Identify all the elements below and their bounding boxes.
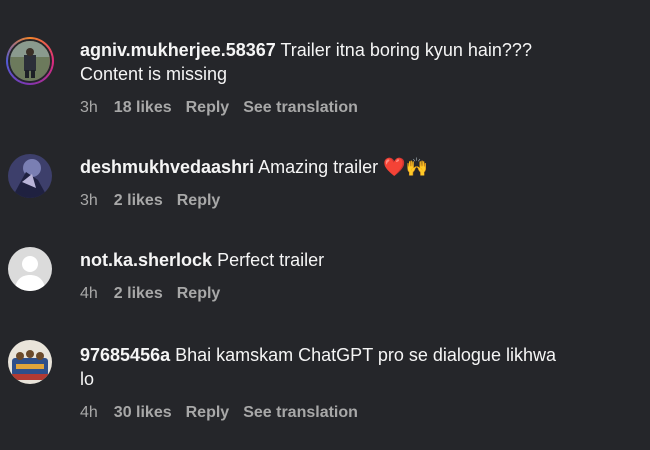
avatar[interactable] [6,37,54,85]
comment-text: deshmukhvedaashri Amazing trailer ❤️🙌 [80,155,640,180]
comments-list: agniv.mukherjee.58367 Trailer itna borin… [0,0,650,450]
username-link[interactable]: agniv.mukherjee.58367 [80,40,276,60]
reply-button[interactable]: Reply [177,285,221,302]
likes-count[interactable]: 18 likes [114,99,172,116]
comment-meta: 4h 30 likes Reply See translation [80,403,372,423]
comment-body-line2: Content is missing [80,64,228,84]
username-link[interactable]: deshmukhvedaashri [80,157,254,177]
avatar[interactable] [8,154,52,198]
username-link[interactable]: 97685456a [80,345,170,365]
comment-body-line2: lo [80,369,95,389]
user-photo-icon [10,41,50,81]
timestamp: 4h [80,404,98,421]
username-link[interactable]: not.ka.sherlock [80,250,212,270]
likes-count[interactable]: 30 likes [114,404,172,421]
user-photo-icon [8,340,52,384]
comment-body: Bhai kamskam ChatGPT pro se dialogue lik… [175,345,556,365]
comment-text: not.ka.sherlock Perfect trailer [80,248,640,272]
comment-body: Trailer itna boring kyun hain??? [280,40,532,60]
user-photo-icon [8,154,52,198]
reply-button[interactable]: Reply [186,99,230,116]
timestamp: 3h [80,192,98,209]
reply-button[interactable]: Reply [177,192,221,209]
avatar[interactable] [8,340,52,384]
timestamp: 3h [80,99,98,116]
comment-meta: 3h 2 likes Reply [80,191,234,211]
comment-body: Perfect trailer [217,250,325,270]
likes-count[interactable]: 2 likes [114,192,163,209]
emoji-heart-hands-icon: ❤️🙌 [383,157,428,178]
see-translation-button[interactable]: See translation [243,99,358,116]
comment-text: 97685456a Bhai kamskam ChatGPT pro se di… [80,343,640,391]
comment-body: Amazing trailer [258,157,379,177]
comment-meta: 3h 18 likes Reply See translation [80,98,372,118]
reply-button[interactable]: Reply [186,404,230,421]
comment-text: agniv.mukherjee.58367 Trailer itna borin… [80,38,640,86]
likes-count[interactable]: 2 likes [114,285,163,302]
see-translation-button[interactable]: See translation [243,404,358,421]
avatar[interactable] [8,247,52,291]
comment-meta: 4h 2 likes Reply [80,284,234,304]
default-avatar-icon [8,247,52,291]
timestamp: 4h [80,285,98,302]
